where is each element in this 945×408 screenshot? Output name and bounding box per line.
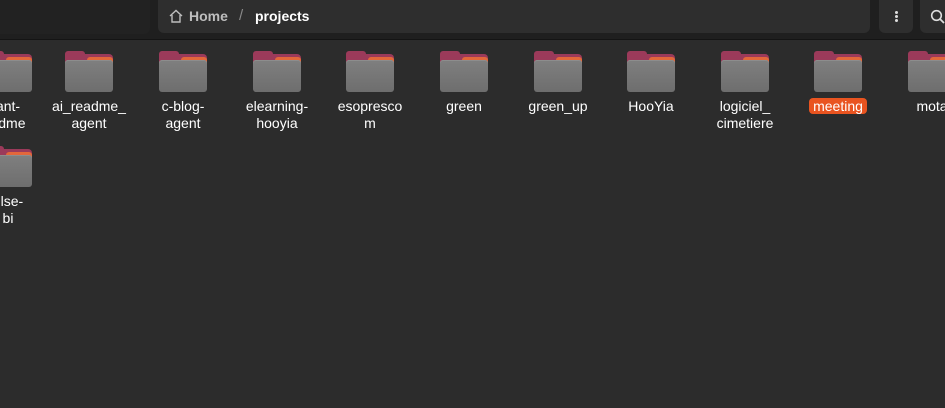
folder-label: esopresco m <box>324 98 416 132</box>
folder-icon <box>65 48 113 92</box>
kebab-menu-button[interactable] <box>879 0 913 33</box>
folder-label: c-blog- agent <box>137 98 229 132</box>
folder-item[interactable]: elearning- hooyia <box>231 48 323 132</box>
folder-label: ulse- bi <box>0 193 54 227</box>
folder-label-text: ulse- bi <box>0 193 24 226</box>
folder-label-text: mota <box>916 98 945 114</box>
breadcrumb-home[interactable]: Home <box>189 8 228 24</box>
folder-item[interactable]: green_up <box>512 48 604 115</box>
folder-label-text: HooYia <box>628 98 674 114</box>
folder-label-text: ai_readme_ agent <box>52 98 126 131</box>
folder-label: logiciel_ cimetiere <box>699 98 791 132</box>
folder-item[interactable]: mota <box>886 48 945 115</box>
folder-label-text: logiciel_ cimetiere <box>716 98 774 131</box>
kebab-menu-icon <box>895 11 898 14</box>
home-icon <box>169 9 183 23</box>
folder-icon <box>346 48 394 92</box>
folder-item[interactable]: c-blog- agent <box>137 48 229 132</box>
search-button[interactable] <box>920 0 945 33</box>
folder-item[interactable]: HooYia <box>605 48 697 115</box>
folder-icon <box>534 48 582 92</box>
folder-label: green_up <box>512 98 604 115</box>
folder-icon <box>814 48 862 92</box>
folder-item[interactable]: ulse- bi <box>0 143 54 227</box>
folder-label-text: c-blog- agent <box>161 98 205 131</box>
folder-label: ai_readme_ agent <box>43 98 135 132</box>
folder-label: meeting <box>792 98 884 115</box>
folder-label: mota <box>886 98 945 115</box>
folder-icon <box>253 48 301 92</box>
folder-icon <box>627 48 675 92</box>
folder-label-text: green_up <box>528 98 588 114</box>
folder-item[interactable]: green <box>418 48 510 115</box>
breadcrumb-separator: / <box>239 7 244 24</box>
folder-item[interactable]: esopresco m <box>324 48 416 132</box>
folder-icon <box>440 48 488 92</box>
folder-icon <box>721 48 769 92</box>
header-nav-area[interactable] <box>0 0 150 34</box>
folder-label: green <box>418 98 510 115</box>
folder-item[interactable]: ai_readme_ agent <box>43 48 135 132</box>
folder-label-text: elearning- hooyia <box>245 98 309 131</box>
search-icon <box>930 9 945 24</box>
folder-item[interactable]: logiciel_ cimetiere <box>699 48 791 132</box>
breadcrumb-current[interactable]: projects <box>255 8 309 24</box>
folder-icon <box>0 48 32 92</box>
path-bar[interactable]: Home / projects <box>158 0 870 33</box>
kebab-menu-dot <box>895 19 898 22</box>
folder-label-text: meeting <box>809 98 867 114</box>
header-bar: Home / projects <box>0 0 945 40</box>
folder-label: elearning- hooyia <box>231 98 323 132</box>
folder-icon <box>908 48 945 92</box>
folder-grid: ant- adme ai_readme_ agent c-blog- agent el… <box>0 40 945 408</box>
folder-icon <box>0 143 32 187</box>
folder-label: HooYia <box>605 98 697 115</box>
folder-icon <box>159 48 207 92</box>
folder-label-text: green <box>446 98 482 114</box>
folder-label-text: esopresco m <box>337 98 403 131</box>
folder-label-text: ant- adme <box>0 98 26 131</box>
folder-item[interactable]: meeting <box>792 48 884 115</box>
kebab-menu-dot <box>895 15 898 18</box>
